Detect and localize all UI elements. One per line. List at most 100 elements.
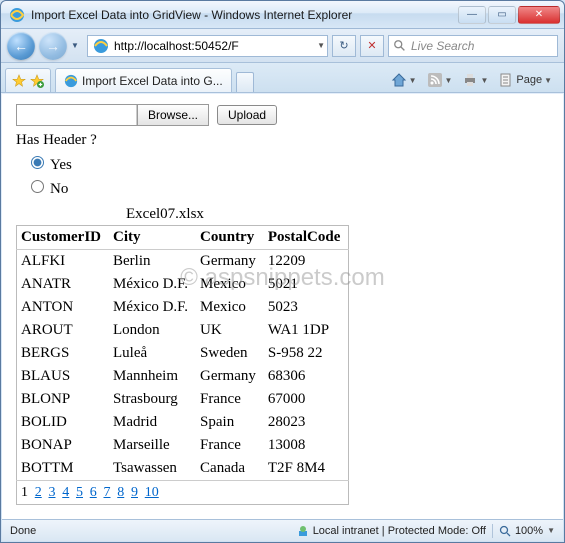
table-row: BLAUSMannheimGermany68306 (17, 365, 349, 388)
cell: ANATR (17, 273, 110, 296)
cell: Spain (196, 411, 264, 434)
cell: México D.F. (109, 273, 196, 296)
ie-icon (9, 7, 25, 23)
print-button[interactable]: ▼ (458, 69, 492, 91)
cell: 13008 (264, 434, 349, 457)
status-bar: Done Local intranet | Protected Mode: Of… (2, 519, 563, 541)
cell: UK (196, 319, 264, 342)
pager-link[interactable]: 7 (104, 485, 111, 500)
cell: Madrid (109, 411, 196, 434)
cell: T2F 8M4 (264, 457, 349, 481)
zone-icon (297, 525, 309, 537)
browse-button[interactable]: Browse... (137, 105, 208, 125)
favorites-group[interactable] (5, 68, 51, 92)
cell: Sweden (196, 342, 264, 365)
cell: 5021 (264, 273, 349, 296)
table-row: ANTONMéxico D.F.Mexico5023 (17, 296, 349, 319)
cell: 28023 (264, 411, 349, 434)
refresh-button[interactable]: ↻ (332, 35, 356, 57)
pager-link[interactable]: 1 (21, 485, 28, 500)
pager-link[interactable]: 6 (90, 485, 97, 500)
back-button[interactable]: ← (7, 32, 35, 60)
table-row: BOLIDMadridSpain28023 (17, 411, 349, 434)
page-menu-label: Page (516, 74, 542, 86)
feeds-button[interactable]: ▼ (423, 69, 457, 91)
stop-button[interactable]: ✕ (360, 35, 384, 57)
search-placeholder: Live Search (411, 39, 474, 53)
url-input[interactable] (112, 37, 317, 55)
tab-row: Import Excel Data into G... ▼ ▼ ▼ Page▼ (1, 63, 564, 93)
upload-button[interactable]: Upload (217, 105, 277, 125)
pager-link[interactable]: 9 (131, 485, 138, 500)
cell: S-958 22 (264, 342, 349, 365)
pager-link[interactable]: 4 (62, 485, 69, 500)
tab-label: Import Excel Data into G... (82, 74, 223, 88)
cell: Berlin (109, 250, 196, 274)
data-grid: CustomerIDCityCountryPostalCode ALFKIBer… (16, 225, 349, 505)
command-bar: ▼ ▼ ▼ Page▼ (383, 68, 560, 92)
cell: London (109, 319, 196, 342)
cell: Mexico (196, 296, 264, 319)
table-row: BONAPMarseilleFrance13008 (17, 434, 349, 457)
maximize-button[interactable]: ▭ (488, 6, 516, 24)
window-title: Import Excel Data into GridView - Window… (31, 8, 458, 22)
pager-link[interactable]: 10 (145, 485, 159, 500)
table-row: BOTTMTsawassenCanadaT2F 8M4 (17, 457, 349, 481)
file-input[interactable]: Browse... (16, 104, 209, 126)
cell: AROUT (17, 319, 110, 342)
radio-yes[interactable]: Yes (26, 153, 549, 174)
search-box[interactable]: Live Search (388, 35, 558, 57)
cell: Mannheim (109, 365, 196, 388)
radio-no[interactable]: No (26, 177, 549, 198)
tab-active[interactable]: Import Excel Data into G... (55, 68, 232, 92)
cell: Luleå (109, 342, 196, 365)
column-header: PostalCode (264, 226, 349, 250)
cell: Marseille (109, 434, 196, 457)
status-text: Done (10, 525, 36, 537)
zoom-dropdown-icon[interactable]: ▼ (547, 526, 555, 535)
page-menu-button[interactable]: Page▼ (494, 69, 556, 91)
home-button[interactable]: ▼ (387, 69, 421, 91)
cell: ALFKI (17, 250, 110, 274)
minimize-button[interactable]: — (458, 6, 486, 24)
address-dropdown-icon[interactable]: ▼ (317, 41, 325, 50)
forward-button[interactable]: → (39, 32, 67, 60)
page-icon (93, 38, 109, 54)
cell: 12209 (264, 250, 349, 274)
close-button[interactable]: ✕ (518, 6, 560, 24)
cell: BOTTM (17, 457, 110, 481)
security-zone[interactable]: Local intranet | Protected Mode: Off (297, 525, 486, 537)
recent-pages-dropdown[interactable]: ▼ (71, 41, 83, 50)
tab-page-icon (64, 74, 78, 88)
has-header-label: Has Header ? (16, 132, 549, 149)
new-tab-button[interactable] (236, 72, 254, 92)
cell: BONAP (17, 434, 110, 457)
column-header: City (109, 226, 196, 250)
cell: Mexico (196, 273, 264, 296)
pager-link[interactable]: 5 (76, 485, 83, 500)
navigation-row: ← → ▼ ▼ ↻ ✕ Live Search (1, 29, 564, 63)
pager-link[interactable]: 3 (49, 485, 56, 500)
address-bar[interactable]: ▼ (87, 35, 328, 57)
cell: México D.F. (109, 296, 196, 319)
table-row: BERGSLuleåSwedenS-958 22 (17, 342, 349, 365)
cell: Tsawassen (109, 457, 196, 481)
zoom-icon (499, 525, 511, 537)
table-row: BLONPStrasbourgFrance67000 (17, 388, 349, 411)
zoom-control[interactable]: 100% ▼ (499, 525, 555, 537)
cell: Strasbourg (109, 388, 196, 411)
table-row: AROUTLondonUKWA1 1DP (17, 319, 349, 342)
cell: France (196, 434, 264, 457)
pager: 1 2 3 4 5 6 7 8 9 10 (17, 481, 349, 505)
pager-link[interactable]: 2 (35, 485, 42, 500)
cell: 5023 (264, 296, 349, 319)
pager-link[interactable]: 8 (117, 485, 124, 500)
cell: Germany (196, 365, 264, 388)
cell: BLONP (17, 388, 110, 411)
cell: WA1 1DP (264, 319, 349, 342)
cell: BERGS (17, 342, 110, 365)
cell: Canada (196, 457, 264, 481)
cell: BLAUS (17, 365, 110, 388)
cell: ANTON (17, 296, 110, 319)
search-icon (393, 39, 407, 53)
